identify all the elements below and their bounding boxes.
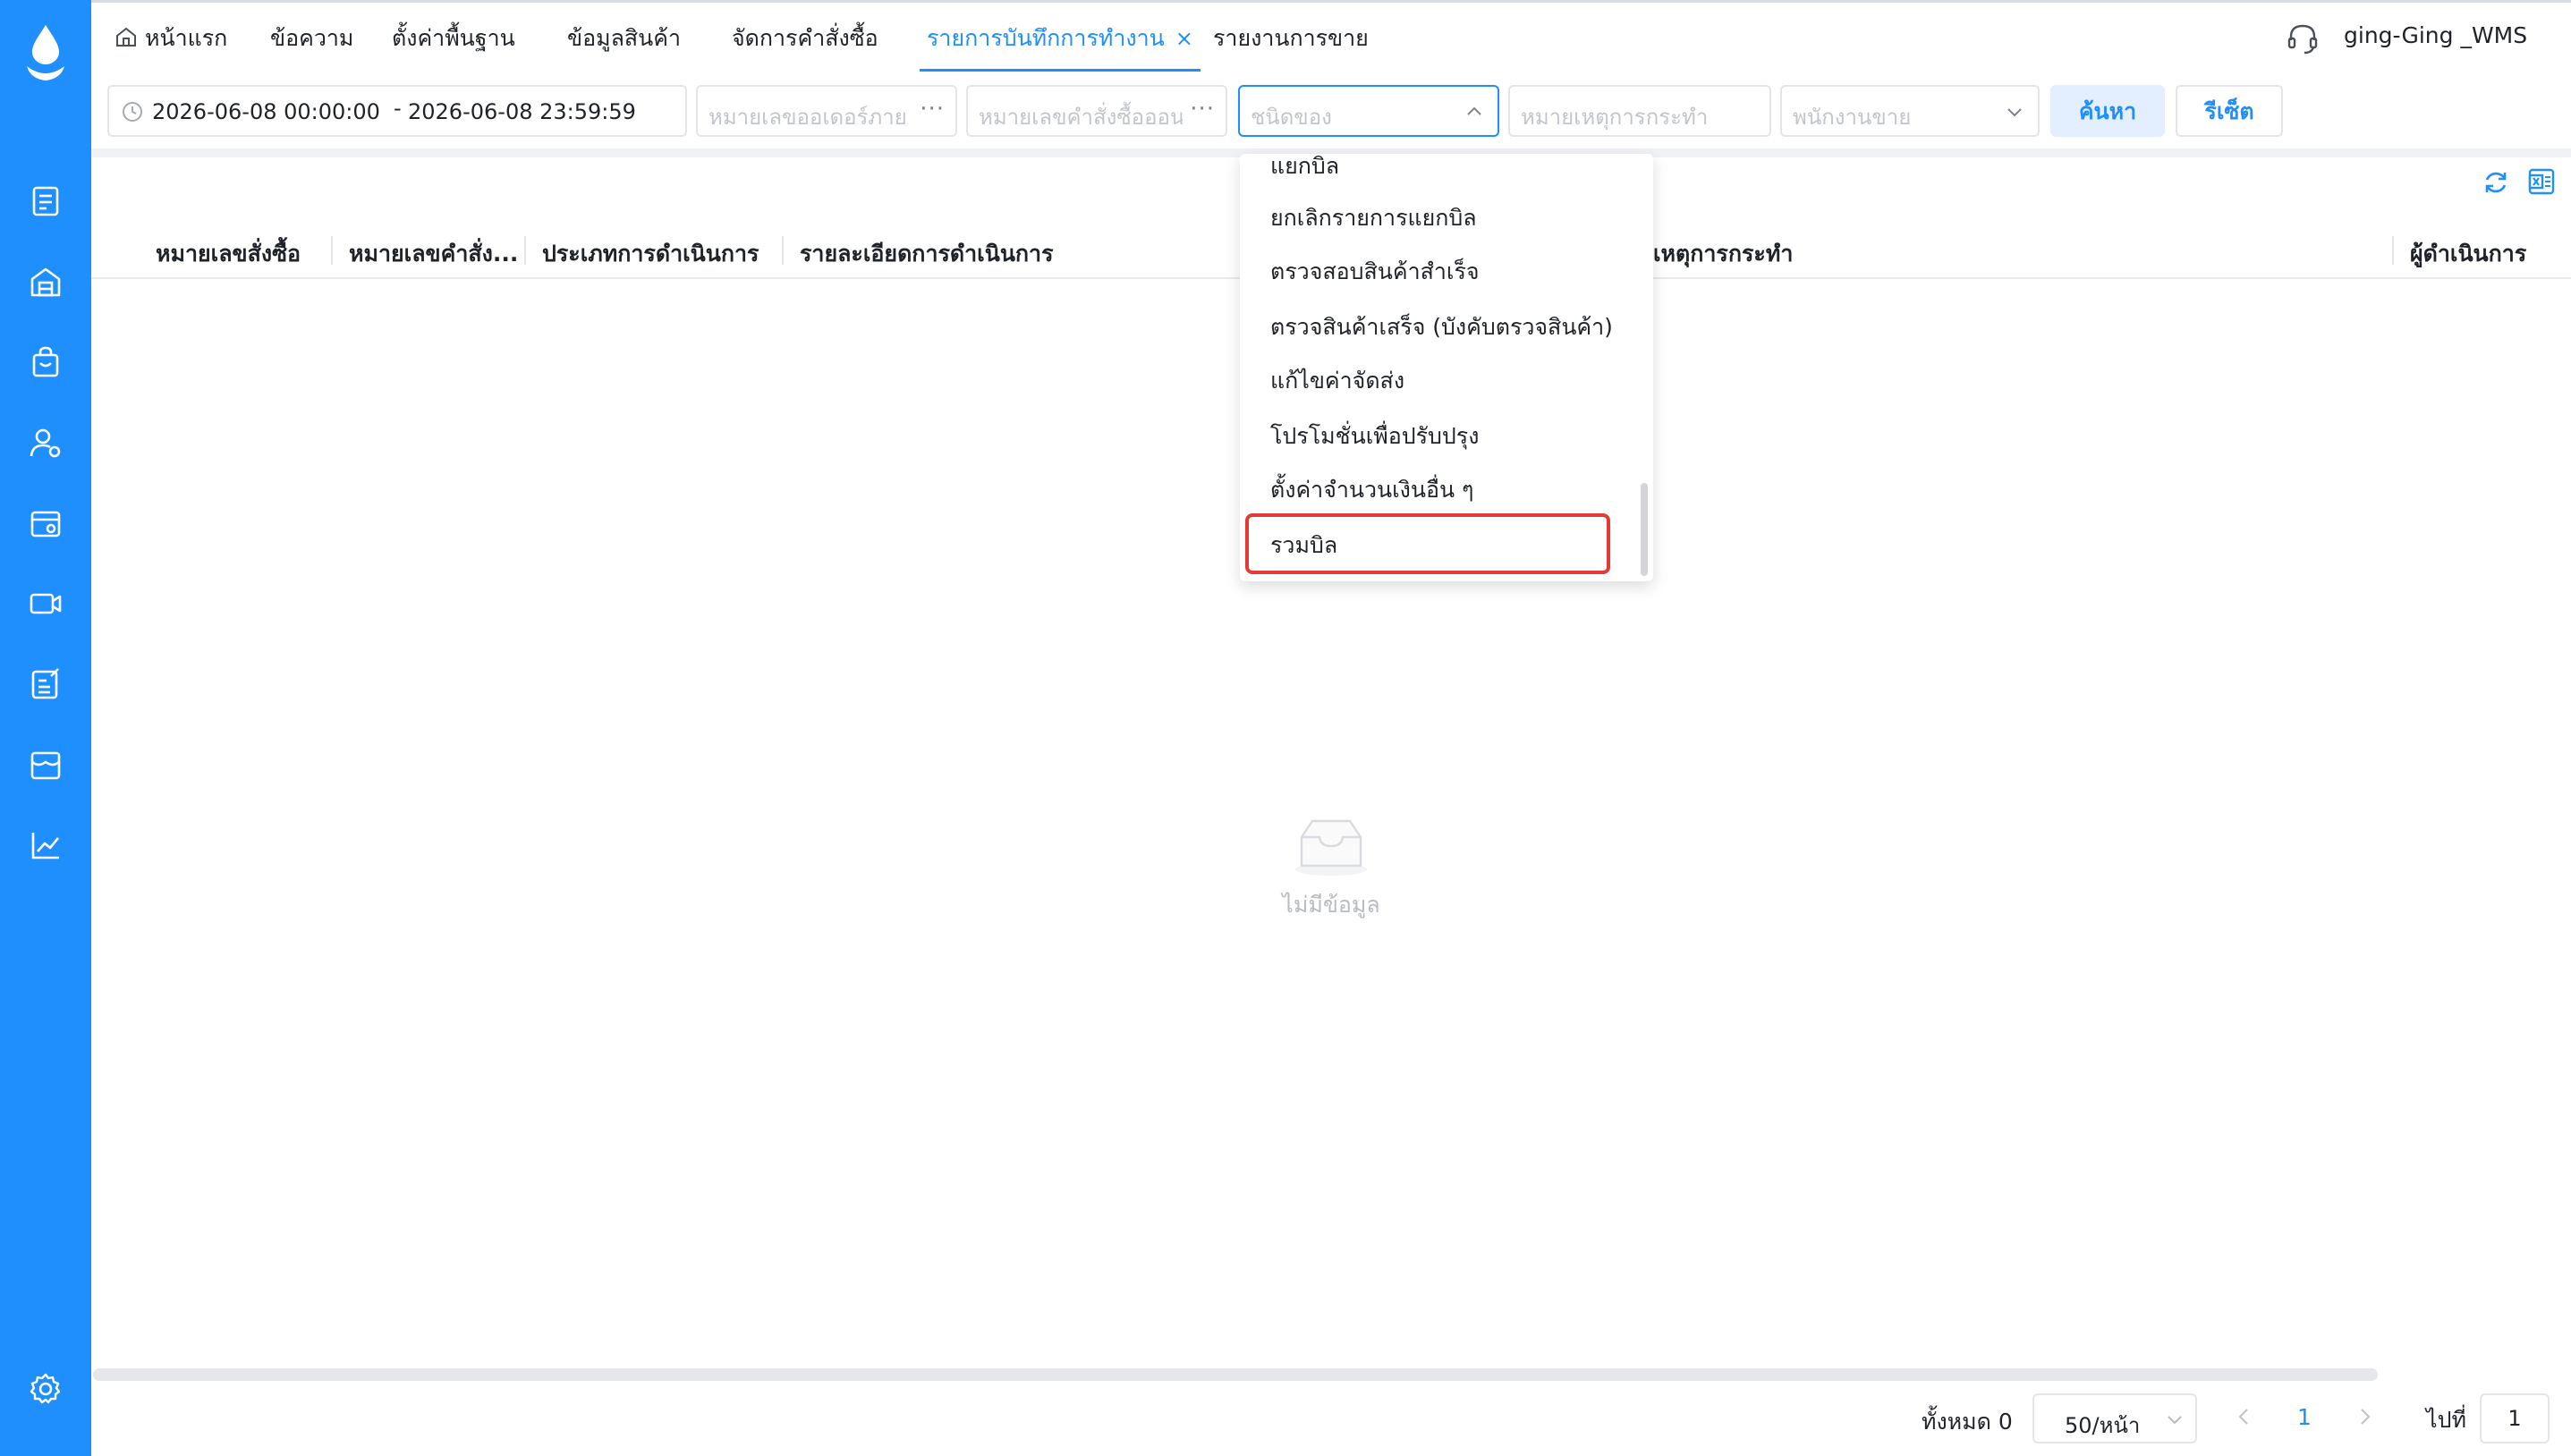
salesperson-select[interactable]: พนักงานขาย — [1780, 85, 2040, 137]
refresh-icon[interactable] — [2482, 168, 2510, 197]
page-size-value: 50/หน้า — [2065, 1413, 2141, 1438]
dropdown-option[interactable]: ตั้งค่าจำนวนเงินอื่น ๆ — [1270, 472, 1473, 508]
date-start[interactable]: 2026-06-08 00:00:00 — [152, 99, 380, 124]
settings-gear-icon[interactable] — [27, 1370, 64, 1408]
column-order-number[interactable]: หมายเลขสั่งซื้อ — [156, 236, 301, 272]
column-operation-details[interactable]: รายละเอียดการดำเนินการ — [800, 236, 1054, 272]
tab-product-info[interactable]: ข้อมูลสินค้า — [567, 3, 681, 72]
dropdown-option[interactable]: แก้ไขค่าจัดส่ง — [1270, 363, 1404, 399]
video-icon[interactable] — [27, 585, 64, 622]
column-divider[interactable] — [524, 236, 526, 265]
page-size-select[interactable]: 50/หน้า — [2032, 1393, 2197, 1443]
goto-page-input[interactable]: 1 — [2480, 1393, 2550, 1443]
store-settings-icon[interactable] — [27, 504, 64, 542]
dropdown-scrollbar[interactable] — [1641, 483, 1648, 576]
shopping-bag-icon[interactable] — [27, 343, 64, 381]
current-page-number[interactable]: 1 — [2297, 1404, 2312, 1430]
column-operation-type[interactable]: ประเภทการดำเนินการ — [542, 236, 759, 272]
sidebar — [0, 0, 91, 1456]
tab-purchase-orders[interactable]: จัดการคำสั่งซื้อ — [732, 3, 878, 72]
reset-button[interactable]: รีเซ็ต — [2176, 85, 2283, 137]
operation-type-placeholder: ชนิดของ — [1251, 105, 1332, 130]
orders-icon[interactable] — [27, 182, 64, 220]
total-count: ทั้งหมด 0 — [1922, 1409, 2013, 1435]
internal-order-input[interactable]: หมายเลขออเดอร์ภาย ··· — [696, 85, 957, 137]
user-settings-icon[interactable] — [27, 424, 64, 461]
next-page-icon[interactable] — [2355, 1404, 2376, 1429]
chevron-up-icon — [1467, 106, 1481, 115]
online-order-placeholder: หมายเลขคำสั่งซื้อออน — [979, 105, 1183, 130]
tab-sales-report[interactable]: รายงานการขาย — [1213, 3, 1369, 72]
chevron-down-icon — [2007, 108, 2022, 117]
user-name[interactable]: ging-Ging _WMS — [2344, 22, 2527, 48]
column-order-command-number[interactable]: หมายเลขคำสั่ง... — [349, 236, 518, 272]
tab-operation-log[interactable]: รายการบันทึกการทำงาน × — [920, 3, 1201, 72]
edit-document-icon[interactable] — [27, 665, 64, 703]
tab-basic-settings[interactable]: ตั้งค่าพื้นฐาน — [392, 3, 515, 72]
column-divider[interactable] — [2392, 236, 2394, 265]
report-chart-icon[interactable] — [27, 826, 64, 864]
home-icon — [116, 27, 136, 47]
column-divider[interactable] — [782, 236, 784, 265]
dropdown-option[interactable]: ยกเลิกรายการแยกบิล — [1270, 200, 1477, 236]
clock-icon — [123, 102, 142, 122]
more-options-icon[interactable]: ··· — [920, 96, 945, 123]
empty-state-text: ไม่มีข้อมูล — [1282, 892, 1380, 918]
empty-box-icon — [1295, 819, 1367, 876]
date-range-picker[interactable]: 2026-06-08 00:00:00 - 2026-06-08 23:59:5… — [107, 85, 687, 137]
dropdown-option[interactable]: ตรวจสอบสินค้าสำเร็จ — [1270, 254, 1480, 290]
shop-icon[interactable] — [27, 746, 64, 783]
more-options-icon[interactable]: ··· — [1190, 96, 1215, 123]
export-excel-icon[interactable] — [2526, 166, 2557, 197]
horizontal-scrollbar[interactable] — [93, 1368, 2378, 1381]
search-button[interactable]: ค้นหา — [2050, 85, 2165, 137]
dropdown-option[interactable]: โปรโมชั่นเพื่อปรับปรุง — [1270, 419, 1479, 454]
column-divider[interactable] — [331, 236, 333, 265]
internal-order-placeholder: หมายเลขออเดอร์ภาย — [709, 105, 907, 130]
operation-type-select[interactable]: ชนิดของ — [1238, 85, 1499, 137]
highlight-box — [1245, 513, 1610, 574]
filter-bar: 2026-06-08 00:00:00 - 2026-06-08 23:59:5… — [91, 72, 2571, 154]
column-operator[interactable]: ผู้ดำเนินการ — [2410, 236, 2526, 272]
column-event-note[interactable]: เหตุการกระทำ — [1653, 236, 1793, 272]
event-note-input[interactable]: หมายเหตุการกระทำ — [1508, 85, 1771, 137]
date-end[interactable]: 2026-06-08 23:59:59 — [408, 99, 636, 124]
dropdown-option[interactable]: ตรวจสินค้าเสร็จ (บังคับตรวจสินค้า) — [1270, 309, 1613, 345]
dropdown-option[interactable]: แยกบิล — [1270, 154, 1339, 184]
tab-home[interactable]: หน้าแรก — [115, 3, 227, 72]
close-tab-icon[interactable]: × — [1175, 26, 1193, 51]
salesperson-placeholder: พนักงานขาย — [1793, 105, 1912, 130]
tab-bar: หน้าแรก ข้อความ ตั้งค่าพื้นฐาน ข้อมูลสิน… — [91, 0, 2571, 72]
event-note-placeholder: หมายเหตุการกระทำ — [1521, 105, 1709, 130]
warehouse-icon[interactable] — [27, 263, 64, 301]
date-range-separator: - — [394, 96, 402, 121]
tab-home-label: หน้าแรก — [145, 25, 228, 51]
prev-page-icon[interactable] — [2233, 1404, 2254, 1429]
chevron-down-icon — [2168, 1416, 2182, 1425]
goto-page-label: ไปที่ — [2426, 1407, 2466, 1433]
logo-icon — [21, 21, 70, 84]
tab-operation-log-label: รายการบันทึกการทำงาน — [927, 25, 1165, 51]
customer-service-icon[interactable] — [2285, 21, 2321, 56]
tab-messages[interactable]: ข้อความ — [270, 3, 353, 72]
empty-state: ไม่มีข้อมูล — [1265, 816, 1397, 923]
online-order-input[interactable]: หมายเลขคำสั่งซื้อออน ··· — [966, 85, 1227, 137]
